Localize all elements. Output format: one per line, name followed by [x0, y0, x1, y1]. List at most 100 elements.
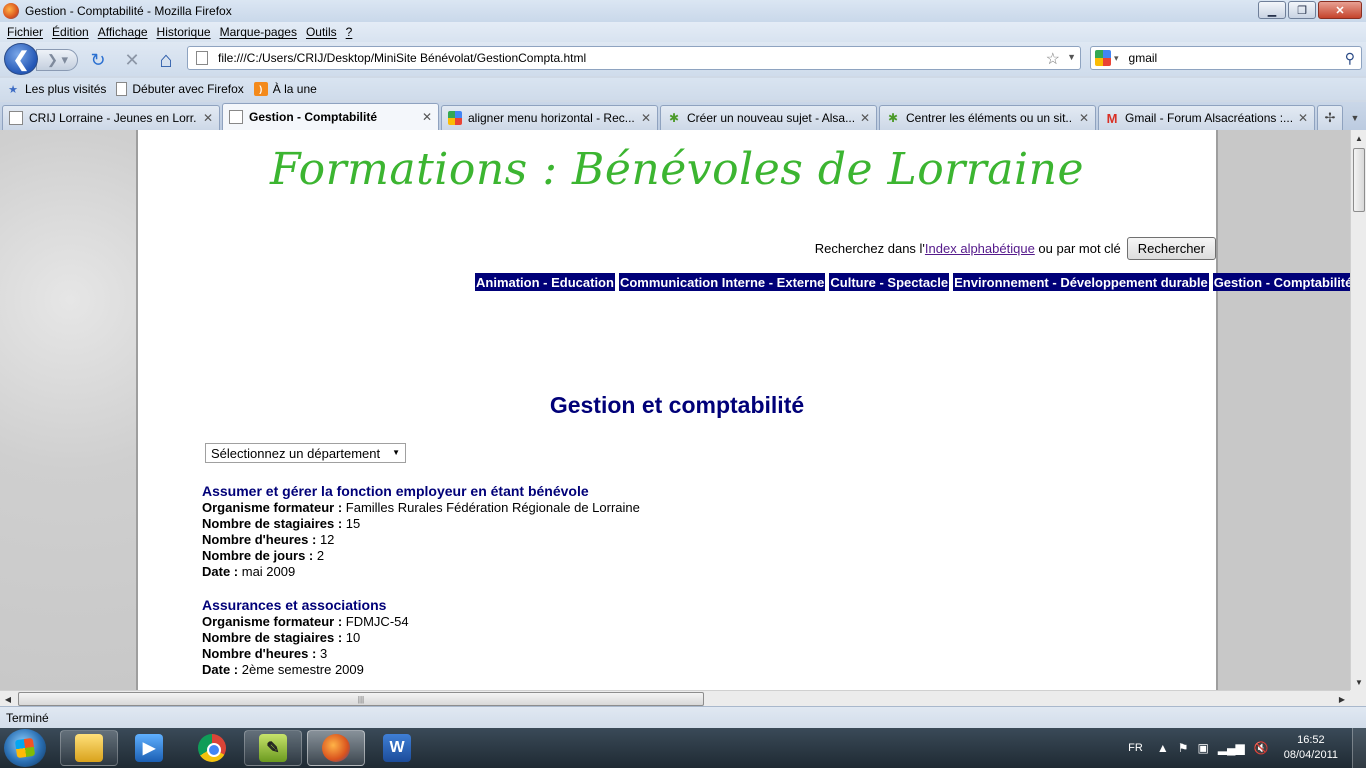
- close-tab-icon[interactable]: ✕: [1298, 111, 1308, 125]
- rechercher-button[interactable]: Rechercher: [1126, 237, 1216, 260]
- search-engine-dropdown-icon[interactable]: ▾: [1114, 53, 1119, 64]
- firefox-icon: [322, 734, 350, 762]
- chevron-down-icon: ▼: [392, 448, 400, 457]
- search-line: Recherchez dans l' Index alphabétique ou…: [815, 237, 1216, 260]
- close-tab-icon[interactable]: ✕: [422, 110, 432, 124]
- taskbar-firefox[interactable]: [307, 730, 365, 766]
- search-input[interactable]: [1128, 51, 1329, 65]
- gmail-icon: M: [1106, 110, 1118, 126]
- minimize-button[interactable]: ▁: [1258, 1, 1286, 19]
- tab-creer-sujet[interactable]: ✱ Créer un nouveau sujet - Alsa... ✕: [660, 105, 877, 130]
- bookmark-label: Les plus visités: [25, 82, 107, 96]
- volume-muted-icon[interactable]: 🔇: [1254, 741, 1269, 755]
- close-tab-icon[interactable]: ✕: [1079, 111, 1089, 125]
- training-title: Assurances et associations: [202, 597, 387, 613]
- action-center-flag-icon[interactable]: ⚑: [1178, 741, 1189, 755]
- tab-label: CRIJ Lorraine - Jeunes en Lorr...: [29, 111, 197, 125]
- search-icon[interactable]: ⚲: [1345, 50, 1355, 67]
- menu-fichier[interactable]: Fichier: [7, 25, 43, 39]
- stop-icon[interactable]: ✕: [122, 50, 142, 70]
- window-titlebar: Gestion - Comptabilité - Mozilla Firefox…: [0, 0, 1366, 22]
- close-window-button[interactable]: ✕: [1318, 1, 1362, 19]
- clock[interactable]: 16:52 08/04/2011: [1284, 733, 1338, 763]
- vertical-scroll-thumb[interactable]: [1353, 148, 1365, 212]
- taskbar-notepad[interactable]: ✎: [244, 730, 302, 766]
- category-menu: Animation - Education Communication Inte…: [475, 273, 1350, 291]
- page-icon: [196, 51, 208, 65]
- taskbar-word[interactable]: W: [368, 730, 426, 766]
- clock-date: 08/04/2011: [1283, 749, 1338, 761]
- language-indicator[interactable]: FR: [1128, 742, 1143, 754]
- menu-marque-pages[interactable]: Marque-pages: [220, 25, 297, 39]
- tab-crij-lorraine[interactable]: CRIJ Lorraine - Jeunes en Lorr... ✕: [2, 105, 220, 130]
- menu-bar: Fichier Édition Affichage Historique Mar…: [0, 22, 1366, 42]
- scroll-up-icon[interactable]: ▲: [1351, 130, 1366, 146]
- scroll-right-icon[interactable]: ▶: [1334, 691, 1350, 707]
- tab-centrer-elements[interactable]: ✱ Centrer les éléments ou un sit... ✕: [879, 105, 1096, 130]
- url-history-dropdown-icon[interactable]: ▼: [1067, 52, 1076, 62]
- tab-label: Créer un nouveau sujet - Alsa...: [687, 111, 854, 125]
- menu-historique[interactable]: Historique: [157, 25, 211, 39]
- folder-icon: [75, 734, 103, 762]
- menu-edition[interactable]: Édition: [52, 25, 89, 39]
- bookmark-a-la-une[interactable]: ) À la une: [253, 82, 317, 96]
- status-bar: Terminé: [0, 706, 1366, 728]
- show-desktop-button[interactable]: [1352, 728, 1366, 768]
- taskbar-explorer[interactable]: [60, 730, 118, 766]
- vertical-scrollbar[interactable]: ▲ ▼: [1350, 130, 1366, 690]
- bookmark-les-plus-visites[interactable]: ★ Les plus visités: [6, 82, 106, 96]
- tab-label: aligner menu horizontal - Rec...: [468, 111, 635, 125]
- taskbar-media-player[interactable]: ▶: [120, 730, 178, 766]
- taskbar-chrome[interactable]: [183, 730, 241, 766]
- training-entry: Assumer et gérer la fonction employeur e…: [202, 482, 902, 580]
- home-icon[interactable]: ⌂: [156, 47, 176, 72]
- firefox-icon: [3, 3, 19, 19]
- url-bar[interactable]: ☆ ▼: [187, 46, 1081, 70]
- tab-gmail[interactable]: M Gmail - Forum Alsacréations :... ✕: [1098, 105, 1315, 130]
- maximize-button[interactable]: ❐: [1288, 1, 1316, 19]
- close-tab-icon[interactable]: ✕: [641, 111, 651, 125]
- system-tray: FR ▲ ⚑ ▣ ▂▄▆ 🔇 16:52 08/04/2011: [1128, 728, 1366, 768]
- category-communication[interactable]: Communication Interne - Externe: [618, 273, 826, 291]
- back-button[interactable]: ❮: [4, 43, 38, 75]
- page-icon: [9, 111, 23, 125]
- menu-affichage[interactable]: Affichage: [98, 25, 148, 39]
- category-animation-education[interactable]: Animation - Education: [475, 273, 615, 291]
- forward-button[interactable]: ❯ ▾: [36, 49, 78, 71]
- department-select[interactable]: Sélectionnez un département ▼: [205, 443, 406, 463]
- search-bar[interactable]: ▾ ⚲: [1090, 46, 1362, 70]
- device-icon[interactable]: ▣: [1197, 741, 1208, 755]
- google-icon[interactable]: [1095, 50, 1111, 66]
- scroll-left-icon[interactable]: ◀: [0, 691, 16, 707]
- bookmark-debuter-avec-firefox[interactable]: Débuter avec Firefox: [116, 82, 244, 96]
- page-container: Formations : Bénévoles de Lorraine Reche…: [136, 130, 1350, 690]
- bookmark-star-icon[interactable]: ☆: [1046, 49, 1060, 69]
- close-tab-icon[interactable]: ✕: [860, 111, 870, 125]
- menu-help[interactable]: ?: [346, 25, 353, 39]
- training-field: Nombre d'heures : 12: [202, 532, 335, 547]
- show-hidden-icons-icon[interactable]: ▲: [1157, 741, 1169, 755]
- horizontal-scroll-thumb[interactable]: |||: [18, 692, 704, 706]
- tab-gestion-comptabilite[interactable]: Gestion - Comptabilité ✕: [222, 103, 439, 130]
- new-tab-button[interactable]: ✢: [1317, 105, 1343, 130]
- menu-outils[interactable]: Outils: [306, 25, 337, 39]
- url-input[interactable]: [218, 51, 1018, 65]
- training-entry: Assurances et associations Organisme for…: [202, 596, 902, 678]
- close-tab-icon[interactable]: ✕: [203, 111, 213, 125]
- tab-aligner-menu[interactable]: aligner menu horizontal - Rec... ✕: [441, 105, 658, 130]
- search-prefix: Recherchez dans l': [814, 241, 925, 256]
- scroll-down-icon[interactable]: ▼: [1351, 674, 1366, 690]
- bookmarks-toolbar: ★ Les plus visités Débuter avec Firefox …: [0, 78, 1366, 100]
- start-button[interactable]: [4, 729, 46, 767]
- horizontal-scrollbar[interactable]: ◀ ||| ▶: [0, 690, 1350, 706]
- index-alphabetique-link[interactable]: Index alphabétique: [925, 241, 1035, 256]
- list-all-tabs-icon[interactable]: ▼: [1345, 105, 1365, 130]
- category-environnement[interactable]: Environnement - Développement durable: [953, 273, 1209, 291]
- training-field: Nombre de stagiaires : 10: [202, 630, 361, 645]
- network-signal-icon[interactable]: ▂▄▆: [1218, 741, 1245, 755]
- window-title: Gestion - Comptabilité - Mozilla Firefox: [25, 4, 232, 18]
- reload-icon[interactable]: ↻: [88, 50, 108, 70]
- windows-taskbar: ▶ ✎ W FR ▲ ⚑ ▣ ▂▄▆ 🔇 16:52 08/04/2011: [0, 728, 1366, 768]
- category-gestion-comptabilite[interactable]: Gestion - Comptabilité: [1212, 273, 1350, 291]
- category-culture-spectacle[interactable]: Culture - Spectacle: [829, 273, 950, 291]
